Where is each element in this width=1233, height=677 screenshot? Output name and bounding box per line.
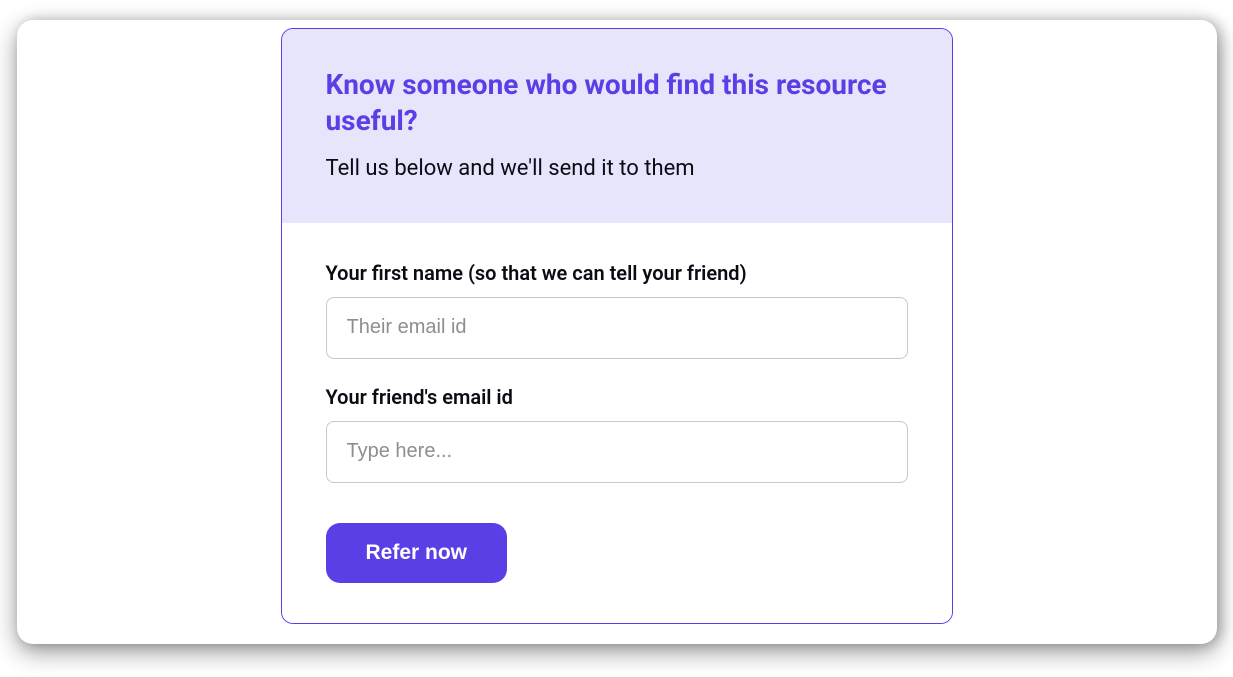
refer-now-button[interactable]: Refer now bbox=[326, 523, 508, 583]
card-body: Your first name (so that we can tell you… bbox=[282, 223, 952, 623]
referral-card: Know someone who would find this resourc… bbox=[281, 28, 953, 624]
card-title: Know someone who would find this resourc… bbox=[326, 67, 908, 140]
friend-email-label: Your friend's email id bbox=[326, 385, 908, 409]
page-container: Know someone who would find this resourc… bbox=[17, 20, 1217, 644]
card-subtitle: Tell us below and we'll send it to them bbox=[326, 154, 908, 185]
friend-email-input[interactable] bbox=[326, 421, 908, 483]
first-name-group: Your first name (so that we can tell you… bbox=[326, 261, 908, 359]
friend-email-group: Your friend's email id bbox=[326, 385, 908, 483]
card-header: Know someone who would find this resourc… bbox=[282, 29, 952, 223]
first-name-input[interactable] bbox=[326, 297, 908, 359]
first-name-label: Your first name (so that we can tell you… bbox=[326, 261, 908, 285]
